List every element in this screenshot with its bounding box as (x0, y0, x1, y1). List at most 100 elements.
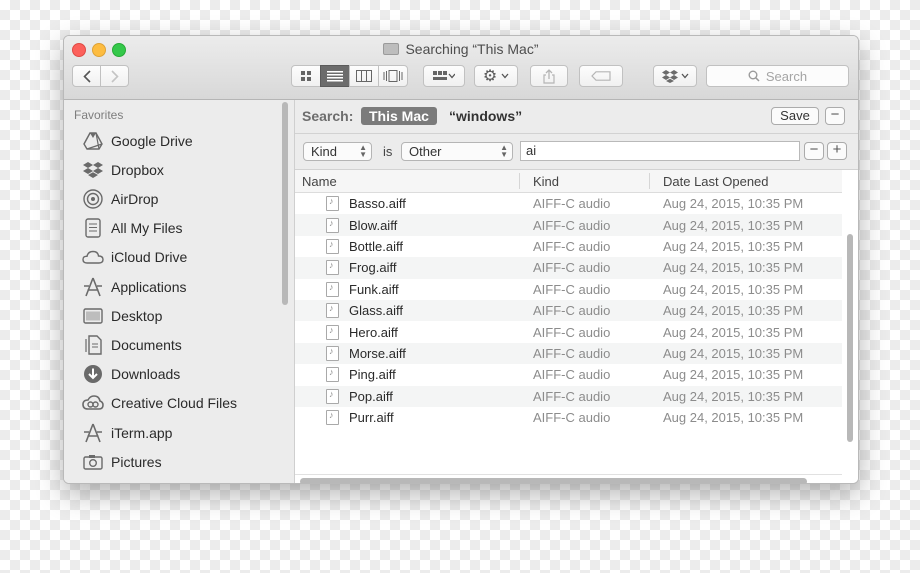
grid-icon (301, 71, 311, 81)
back-button[interactable] (72, 65, 101, 87)
remove-search-button[interactable]: − (825, 107, 845, 125)
sidebar-item-documents[interactable]: Documents (82, 333, 282, 357)
file-name: Ping.aiff (349, 367, 396, 383)
table-row[interactable]: Bottle.aiff AIFF-C audio Aug 24, 2015, 10:… (295, 236, 842, 257)
gear-icon: ⚙ (482, 68, 498, 85)
column-divider[interactable] (519, 173, 520, 189)
arrange-button[interactable] (423, 65, 465, 87)
add-criteria-button[interactable]: + (827, 142, 847, 160)
forward-button[interactable] (100, 65, 129, 87)
list-view-button[interactable] (320, 65, 350, 87)
file-name: Funk.aiff (349, 281, 399, 297)
save-button[interactable]: Save (771, 107, 819, 125)
table-row[interactable]: Pop.aiff AIFF-C audio Aug 24, 2015, 10:35 … (295, 385, 842, 407)
column-date-header[interactable]: Date Last Opened (663, 174, 769, 189)
kind-text-field[interactable]: ai (520, 141, 800, 161)
icon-view-button[interactable] (291, 65, 321, 87)
action-button[interactable]: ⚙ (474, 65, 518, 87)
file-name: Bottle.aiff (349, 238, 403, 254)
table-row[interactable]: Basso.aiff AIFF-C audio Aug 24, 2015, 10:3… (295, 193, 842, 214)
search-placeholder: Search (765, 68, 808, 84)
sidebar-item-downloads[interactable]: Downloads (82, 362, 282, 386)
tag-icon (591, 71, 611, 81)
documents-icon (82, 334, 104, 356)
all-files-icon (82, 217, 104, 239)
sidebar: Favorites Google Drive Dropbox AirDrop A… (64, 100, 295, 483)
tag-button[interactable] (579, 65, 623, 87)
file-date: Aug 24, 2015, 10:35 PM (663, 345, 804, 361)
sidebar-scrollbar[interactable] (282, 102, 288, 305)
dropbox-icon (661, 70, 678, 83)
table-row[interactable]: Purr.aiff AIFF-C audio Aug 24, 2015, 10:35… (295, 407, 842, 428)
file-date: Aug 24, 2015, 10:35 PM (663, 196, 804, 212)
table-row[interactable]: Hero.aiff AIFF-C audio Aug 24, 2015, 10:35… (295, 321, 842, 342)
column-name-header[interactable]: Name (302, 174, 337, 189)
file-kind: AIFF-C audio (533, 324, 611, 340)
sidebar-item-iterm[interactable]: iTerm.app (82, 421, 282, 445)
toolbar-search-input[interactable]: Search (706, 65, 849, 87)
dropbox-icon (82, 159, 104, 181)
scope-this-mac-button[interactable]: This Mac (361, 107, 437, 125)
sidebar-item-desktop[interactable]: Desktop (82, 304, 282, 328)
share-button[interactable] (530, 65, 568, 87)
table-row[interactable]: Morse.aiff AIFF-C audio Aug 24, 2015, 10:3… (295, 342, 842, 365)
search-scope-bar: Search: This Mac “windows” Save − (295, 100, 858, 134)
sidebar-header: Favorites (74, 108, 124, 122)
audio-file-icon (326, 345, 339, 361)
coverflow-view-button[interactable] (378, 65, 408, 87)
kind-type-value: Other (409, 144, 442, 159)
audio-file-icon (326, 388, 339, 404)
applications-icon (82, 422, 104, 444)
kind-type-popup[interactable]: Other ▲ ▼ (401, 142, 513, 161)
sidebar-item-dropbox[interactable]: Dropbox (82, 158, 282, 182)
file-kind: AIFF-C audio (533, 217, 611, 233)
column-divider[interactable] (649, 173, 650, 189)
table-row[interactable]: Ping.aiff AIFF-C audio Aug 24, 2015, 10:35… (295, 364, 842, 385)
arrange-icon (433, 71, 455, 80)
disk-icon (383, 43, 400, 55)
table-row[interactable]: Glass.aiff AIFF-C audio Aug 24, 2015, 10:3… (295, 299, 842, 322)
list-vertical-scrollbar[interactable] (847, 234, 853, 442)
file-name: Blow.aiff (349, 217, 398, 233)
column-view-button[interactable] (349, 65, 379, 87)
table-row[interactable]: Funk.aiff AIFF-C audio Aug 24, 2015, 10:35… (295, 279, 842, 300)
list-horizontal-scrollbar[interactable] (300, 478, 807, 483)
file-kind: AIFF-C audio (533, 345, 611, 361)
table-row[interactable]: Frog.aiff AIFF-C audio Aug 24, 2015, 10:35… (295, 257, 842, 279)
popup-arrows-icon: ▲ ▼ (500, 143, 508, 159)
file-date: Aug 24, 2015, 10:35 PM (663, 217, 804, 233)
table-row[interactable]: Blow.aiff AIFF-C audio Aug 24, 2015, 10:35… (295, 214, 842, 236)
columns-icon (356, 70, 372, 82)
remove-criteria-button[interactable]: − (804, 142, 824, 160)
file-date: Aug 24, 2015, 10:35 PM (663, 238, 804, 254)
sidebar-item-label: Creative Cloud Files (111, 395, 238, 411)
file-name: Morse.aiff (349, 345, 406, 361)
downloads-icon (82, 363, 104, 385)
file-date: Aug 24, 2015, 10:35 PM (663, 281, 804, 297)
column-kind-header[interactable]: Kind (533, 174, 559, 189)
sidebar-item-pictures[interactable]: Pictures (82, 450, 282, 474)
sidebar-item-applications[interactable]: Applications (82, 275, 282, 299)
sidebar-item-creative-cloud-files[interactable]: Creative Cloud Files (82, 391, 282, 415)
attribute-popup[interactable]: Kind ▲ ▼ (303, 142, 372, 161)
sidebar-item-google-drive[interactable]: Google Drive (82, 129, 282, 153)
coverflow-icon (383, 70, 403, 82)
audio-file-icon (326, 367, 339, 383)
sidebar-item-all-my-files[interactable]: All My Files (82, 216, 282, 240)
sidebar-item-label: iTerm.app (111, 425, 173, 441)
popup-arrows-icon: ▲ ▼ (359, 143, 367, 159)
file-kind: AIFF-C audio (533, 260, 611, 276)
file-kind: AIFF-C audio (533, 410, 611, 426)
dropbox-menu-button[interactable] (653, 65, 697, 87)
sidebar-item-icloud-drive[interactable]: iCloud Drive (82, 245, 282, 269)
sidebar-item-airdrop[interactable]: AirDrop (82, 187, 282, 211)
audio-file-icon (326, 196, 339, 212)
sidebar-item-label: All My Files (111, 220, 183, 236)
file-name: Pop.aiff (349, 388, 393, 404)
scope-windows-button[interactable]: “windows” (449, 108, 522, 124)
file-kind: AIFF-C audio (533, 238, 611, 254)
chevron-left-icon (82, 69, 91, 83)
sidebar-item-label: iCloud Drive (111, 249, 188, 265)
kind-text-value: ai (526, 143, 537, 158)
file-date: Aug 24, 2015, 10:35 PM (663, 303, 804, 319)
